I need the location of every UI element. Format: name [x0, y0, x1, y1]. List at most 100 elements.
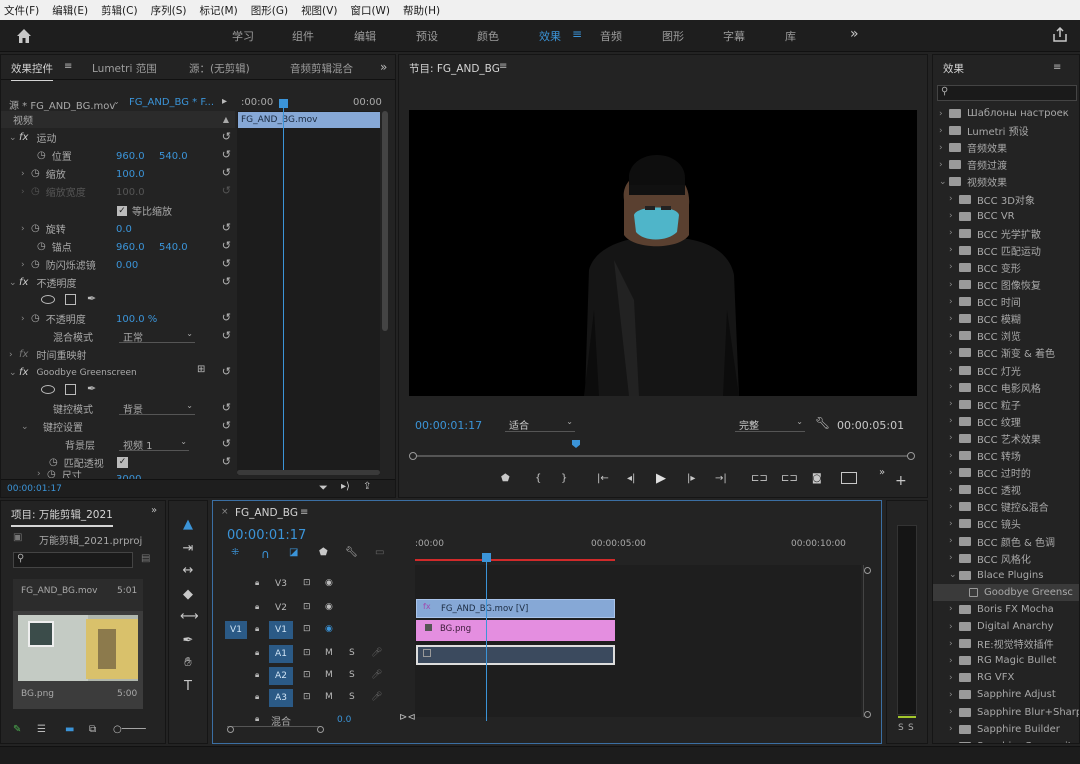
effects-tree-item[interactable]: › Шаблоны настроек — [933, 105, 1069, 122]
effects-tree-item[interactable]: › BCC 粒子 — [933, 396, 1021, 413]
magnet-icon[interactable]: ∩ — [261, 547, 270, 561]
tab-lumetri-scopes[interactable]: Lumetri 范围 — [92, 61, 157, 76]
sync-lock-icon[interactable]: ⊡ — [303, 578, 311, 588]
sequence-label[interactable]: FG_AND_BG * F... — [129, 97, 214, 108]
chevron-right-icon[interactable]: › — [949, 502, 959, 512]
workspace-tab[interactable]: 编辑 — [354, 28, 376, 44]
chevron-right-icon[interactable]: › — [949, 382, 959, 392]
filter-icon[interactable]: ⏷ — [319, 481, 328, 495]
scroll-handle[interactable] — [227, 726, 234, 733]
workspace-tab[interactable]: 颜色 — [477, 28, 499, 44]
effects-tree-item[interactable]: › 音频效果 — [933, 139, 1007, 156]
track-label[interactable]: V1 — [269, 621, 293, 639]
vertical-scrollbar[interactable] — [863, 565, 869, 717]
slip-tool-icon[interactable]: ⟷ — [180, 609, 199, 625]
master-value[interactable]: 0.0 — [337, 715, 351, 725]
lift-icon[interactable]: ⊏⊐ — [751, 473, 768, 484]
chevron-right-icon[interactable]: › — [949, 194, 959, 204]
rectangle-mask-icon[interactable] — [65, 384, 76, 395]
program-scrubber[interactable] — [413, 455, 913, 457]
ellipse-mask-icon[interactable] — [41, 295, 55, 304]
panel-menu-icon[interactable]: ≡ — [499, 61, 507, 72]
checkbox[interactable]: ✓ — [117, 457, 128, 468]
scrollbar[interactable] — [382, 111, 388, 331]
source-patch[interactable]: V1 — [225, 621, 247, 639]
key-settings-row[interactable]: ⌄ 键控设置 — [1, 418, 83, 435]
snap-icon[interactable]: ⁜ — [231, 547, 239, 558]
effects-tree-item[interactable]: › BCC 变形 — [933, 259, 1021, 276]
reset-icon[interactable]: ↺ — [222, 329, 231, 342]
effects-tree-item[interactable]: ⌄ Blace Plugins — [933, 567, 1043, 584]
anchor-y-value[interactable]: 540.0 — [159, 242, 188, 253]
camera-icon[interactable]: ◙ — [812, 473, 822, 484]
panel-menu-icon[interactable]: ≡ — [300, 507, 308, 518]
fit-dropdown[interactable]: 适合 ⌄ — [505, 417, 575, 432]
effects-tree-item[interactable]: › BCC 键控&混合 — [933, 498, 1049, 515]
project-search-input[interactable]: ⚲ — [13, 552, 133, 568]
workspace-tab[interactable]: 预设 — [416, 28, 438, 44]
solo-button[interactable]: S — [349, 648, 355, 658]
reset-icon[interactable]: ↺ — [222, 239, 231, 252]
captions-icon[interactable]: ▭ — [375, 547, 384, 558]
menu-item[interactable]: 窗口(W) — [350, 3, 390, 18]
scrubber-start-handle[interactable] — [409, 452, 417, 460]
motion-row[interactable]: ⌄ fx 运动 — [1, 129, 56, 146]
workspace-tab[interactable]: 组件 — [292, 28, 314, 44]
chevron-right-icon[interactable]: › — [949, 656, 959, 666]
effects-title[interactable]: 效果 — [943, 61, 964, 76]
menu-item[interactable]: 序列(S) — [151, 3, 187, 18]
microphone-icon[interactable]: 🎤︎ — [371, 670, 382, 680]
ripple-edit-tool-icon[interactable]: ↔ — [180, 563, 196, 579]
workspace-tab[interactable]: 字幕 — [723, 28, 745, 44]
effects-tree-item[interactable]: › BCC 透视 — [933, 481, 1021, 498]
clip-audio-a1[interactable] — [416, 645, 615, 665]
clip-bg-image[interactable]: BG.png — [416, 620, 615, 641]
effects-tree-item[interactable]: › BCC 3D对象 — [933, 191, 1035, 208]
reset-icon[interactable]: ↺ — [222, 275, 231, 288]
reset-icon[interactable]: ↺ — [222, 166, 231, 179]
reset-icon[interactable]: ↺ — [222, 130, 231, 143]
overflow-icon[interactable]: » — [879, 467, 885, 478]
close-icon[interactable]: × — [221, 507, 229, 517]
reset-icon[interactable]: ↺ — [222, 257, 231, 270]
chevron-right-icon[interactable]: › — [949, 639, 959, 649]
go-to-end-icon[interactable]: ⊳⊲ — [399, 712, 416, 723]
reset-icon[interactable]: ↺ — [222, 365, 231, 378]
selection-tool-icon[interactable]: ▲ — [180, 517, 196, 533]
effects-tree-item[interactable]: › RG Magic Bullet — [933, 652, 1056, 669]
share-icon[interactable] — [1052, 26, 1068, 43]
effects-tree-item[interactable]: › BCC 时间 — [933, 293, 1021, 310]
effects-tree-item[interactable]: › BCC 渐变 & 着色 — [933, 344, 1055, 361]
track-label[interactable]: A2 — [269, 667, 293, 685]
workspace-overflow-icon[interactable]: » — [850, 26, 859, 42]
chevron-right-icon[interactable]: › — [939, 160, 949, 170]
chevron-right-icon[interactable]: › — [949, 724, 959, 734]
safe-margins-icon[interactable] — [841, 472, 857, 484]
razor-tool-icon[interactable]: ◆ — [180, 587, 196, 603]
go-to-out-icon[interactable]: →| — [715, 473, 727, 484]
key-mode-dropdown[interactable]: 背景 ⌄ — [119, 401, 195, 416]
anti-flicker-value[interactable]: 0.00 — [116, 260, 138, 271]
effects-tree-item[interactable]: › BCC 模糊 — [933, 310, 1021, 327]
lock-icon[interactable]: 🔒︎ — [255, 692, 259, 702]
wrench-icon[interactable]: 🔧︎ — [815, 416, 830, 430]
effects-tree-item[interactable]: › Sapphire Adjust — [933, 686, 1056, 703]
effects-tree-item[interactable]: ⌄ 视频效果 — [933, 173, 1007, 190]
menu-item[interactable]: 剪辑(C) — [101, 3, 138, 18]
program-playhead[interactable] — [572, 440, 580, 448]
clip-thumbnail-bg[interactable]: BG.png 5:00 — [13, 611, 143, 709]
sync-lock-icon[interactable]: ⊡ — [303, 692, 311, 702]
eye-icon[interactable]: ◉ — [325, 578, 333, 588]
overflow-icon[interactable]: » — [151, 505, 157, 516]
program-timecode[interactable]: 00:00:01:17 — [415, 419, 482, 432]
checkbox[interactable]: ✓ — [117, 205, 127, 216]
effect-clip-bar[interactable]: FG_AND_BG.mov — [238, 112, 380, 128]
effects-tree-item[interactable]: › Lumetri 预设 — [933, 122, 1029, 139]
add-button-icon[interactable]: + — [895, 473, 907, 489]
panel-menu-icon[interactable]: ≡ — [1053, 62, 1061, 73]
effects-tree-item[interactable]: › BCC 匹配运动 — [933, 242, 1041, 259]
chevron-down-icon[interactable]: ⌄ — [939, 177, 949, 187]
menu-item[interactable]: 视图(V) — [301, 3, 337, 18]
chevron-right-icon[interactable]: › — [949, 262, 959, 272]
add-marker-icon[interactable]: ⬟ — [319, 547, 328, 558]
